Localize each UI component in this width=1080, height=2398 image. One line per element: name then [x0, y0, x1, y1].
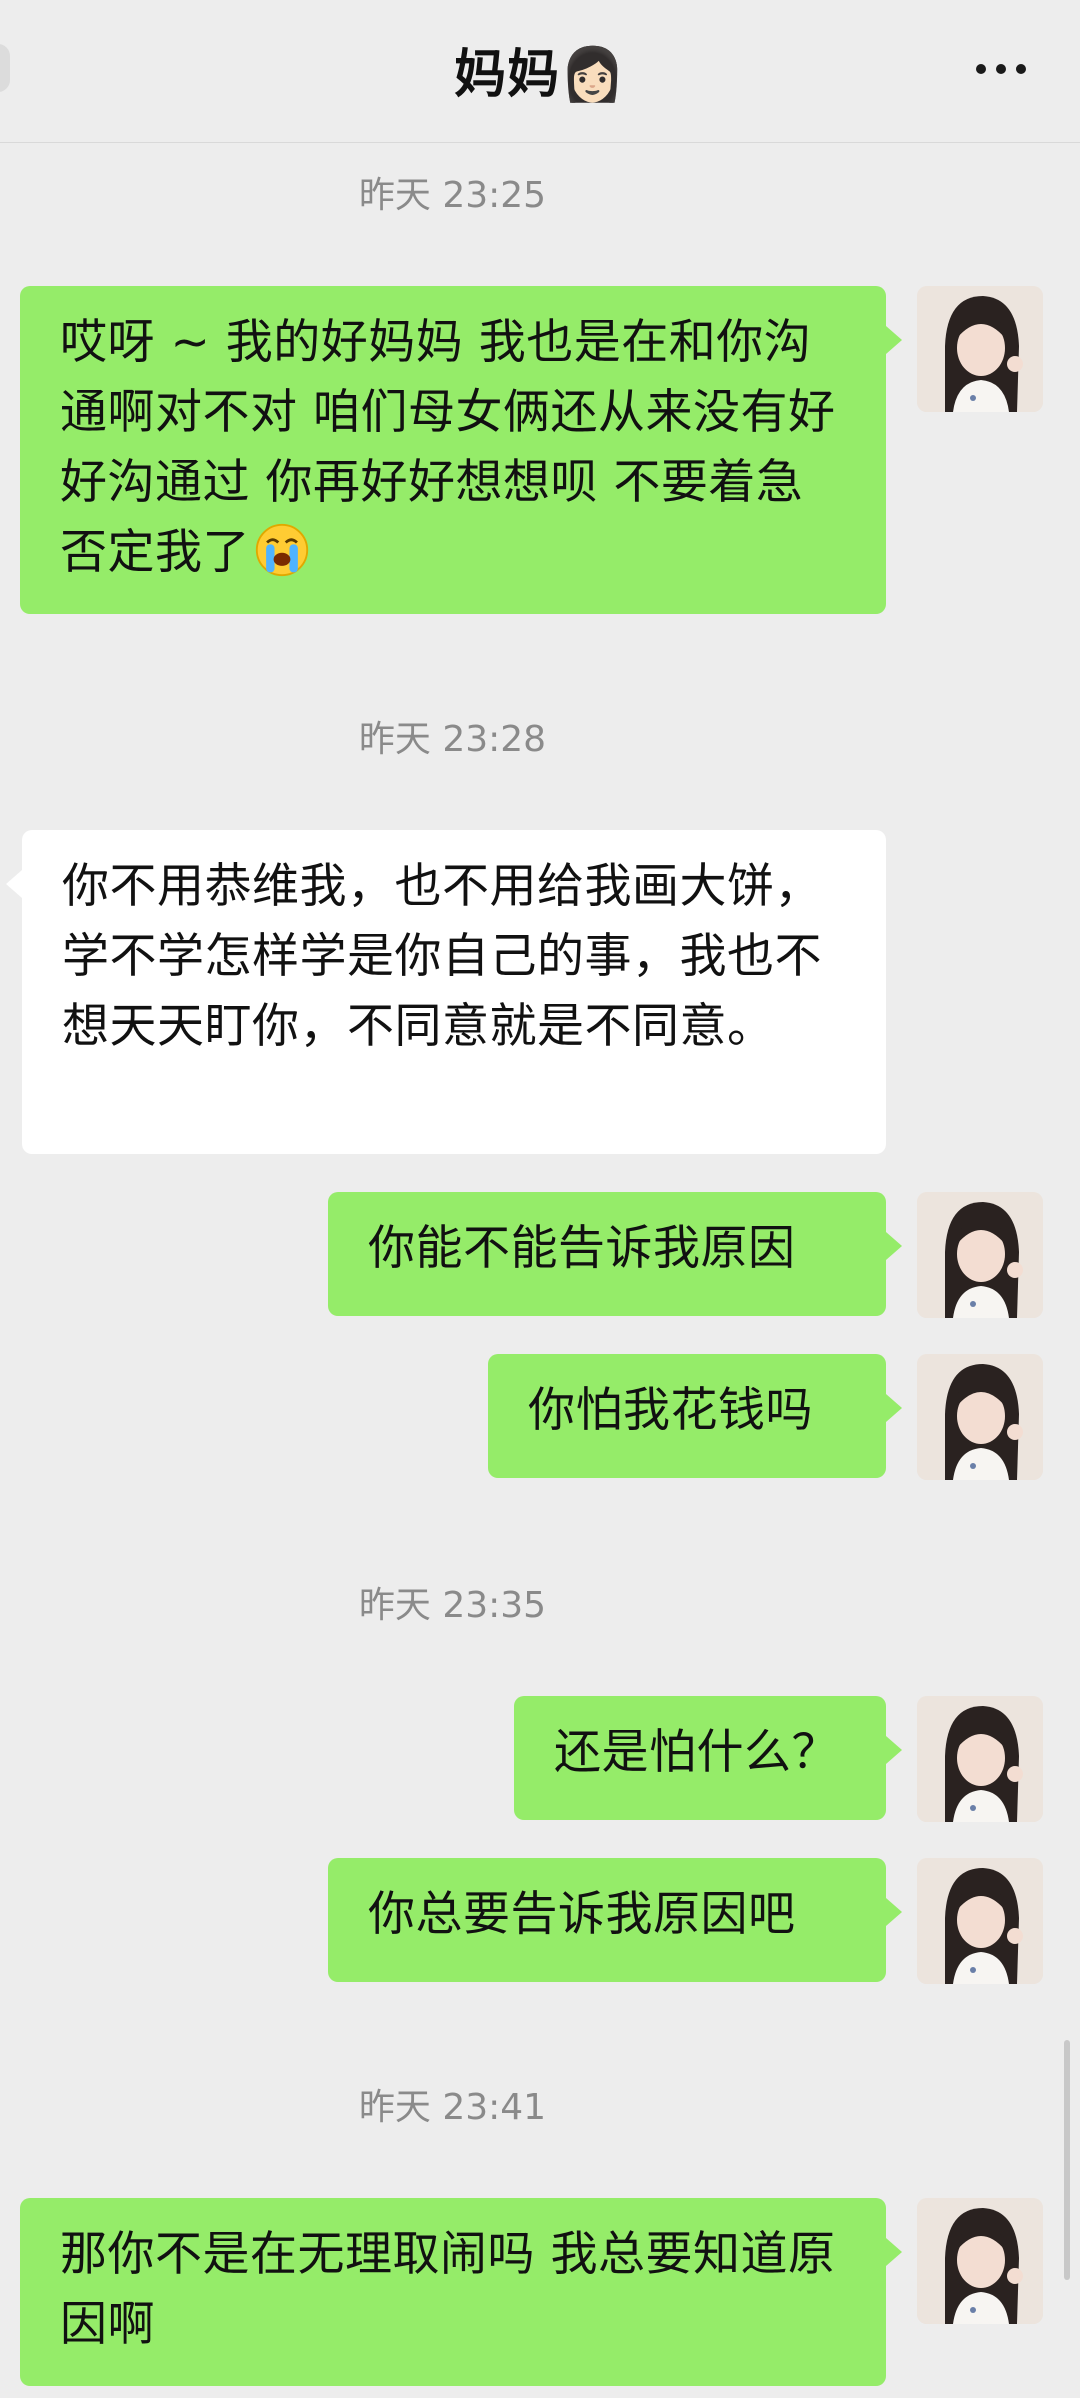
sent-message-bubble[interactable]: 你怕我花钱吗 [488, 1354, 902, 1478]
scrollbar[interactable] [1064, 2040, 1070, 2280]
message-text: 你能不能告诉我原因 [368, 1221, 796, 1276]
timestamp: 昨天 23:25 [358, 175, 547, 216]
more-dots-icon[interactable] [976, 64, 1026, 74]
avatar[interactable] [917, 1696, 1043, 1822]
timestamp: 昨天 23:41 [358, 2087, 547, 2128]
avatar[interactable] [917, 1858, 1043, 1984]
message-text: 你总要告诉我原因吧 [368, 1887, 796, 1942]
sent-message-bubble[interactable]: 你能不能告诉我原因 [328, 1192, 902, 1316]
avatar[interactable] [917, 1192, 1043, 1318]
timestamp: 昨天 23:35 [358, 1585, 547, 1626]
avatar[interactable] [917, 286, 1043, 412]
chat-title: 妈妈👩🏻 [454, 45, 626, 105]
timestamp: 昨天 23:28 [358, 719, 547, 760]
sent-message-bubble[interactable]: 哎呀 ~ 我的好妈妈 我也是在和你沟通啊对不对 咱们母女俩还从来没有好好沟通过 … [20, 286, 902, 614]
avatar[interactable] [917, 2198, 1043, 2324]
message-text: 你不用恭维我，也不用给我画大饼，学不学怎样学是你自己的事，我也不想天天盯你，不同… [62, 859, 822, 1054]
sent-message-bubble[interactable]: 那你不是在无理取闹吗 我总要知道原因啊 [20, 2198, 902, 2386]
message-text: 哎呀 ~ 我的好妈妈 我也是在和你沟通啊对不对 咱们母女俩还从来没有好好沟通过 … [60, 315, 836, 580]
message-text: 还是怕什么？ [554, 1725, 839, 1780]
message-text: 你怕我花钱吗 [528, 1383, 813, 1438]
avatar[interactable] [917, 1354, 1043, 1480]
sent-message-bubble[interactable]: 你总要告诉我原因吧 [328, 1858, 902, 1982]
message-text: 那你不是在无理取闹吗 我总要知道原因啊 [60, 2227, 836, 2352]
sent-message-bubble[interactable]: 还是怕什么？ [514, 1696, 902, 1820]
received-message-bubble[interactable]: 你不用恭维我，也不用给我画大饼，学不学怎样学是你自己的事，我也不想天天盯你，不同… [6, 830, 886, 1154]
loudly-crying-face-icon [255, 523, 309, 577]
chat-header: 妈妈👩🏻 [0, 0, 1080, 143]
